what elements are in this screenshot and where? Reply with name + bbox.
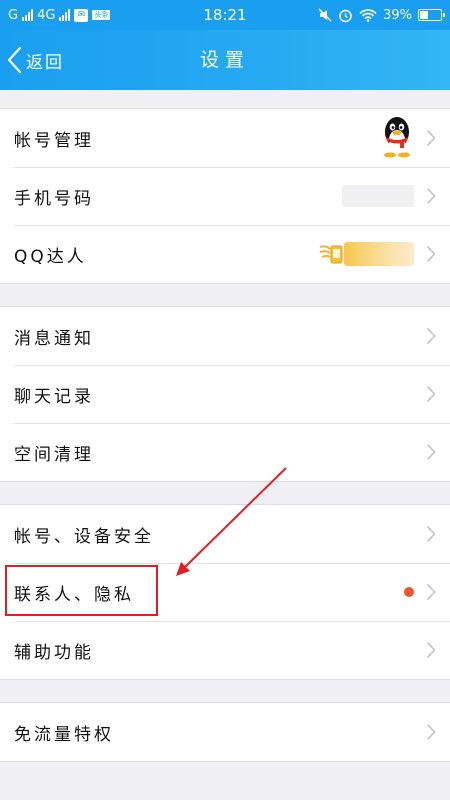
settings-item-phone-number[interactable]: 手机号码 (0, 167, 450, 225)
status-time: 18:21 (203, 6, 247, 24)
settings-group-data: 免流量特权 (0, 702, 450, 762)
signal-icon-2 (59, 9, 71, 21)
battery-icon (418, 9, 445, 21)
settings-item-label: QQ达人 (14, 246, 87, 267)
mute-icon (318, 8, 332, 22)
qq-daren-badge (318, 241, 414, 267)
settings-item-accessibility[interactable]: 辅助功能 (0, 621, 450, 679)
signal-icon (22, 9, 34, 21)
settings-item-label: 免流量特权 (14, 724, 114, 745)
settings-item-free-data-privilege[interactable]: 免流量特权 (0, 703, 450, 761)
settings-group-account: 帐号管理 手机号码 QQ达人 (0, 108, 450, 284)
news-notification-icon: 头条 (92, 10, 111, 20)
chevron-right-icon (426, 187, 436, 205)
settings-item-qq-daren[interactable]: QQ达人 (0, 225, 450, 283)
redacted-daren-value (344, 242, 414, 266)
penguin-avatar-icon (380, 114, 414, 162)
chevron-right-icon (426, 583, 436, 601)
battery-percent: 39% (383, 7, 412, 23)
network-label: 4G (37, 7, 56, 23)
settings-item-label: 帐号、设备安全 (14, 526, 154, 547)
chevron-right-icon (426, 641, 436, 659)
redacted-phone-value (342, 185, 414, 207)
settings-item-chat-history[interactable]: 聊天记录 (0, 365, 450, 423)
settings-item-label: 手机号码 (14, 188, 94, 209)
settings-item-label: 辅助功能 (14, 642, 94, 663)
page-title: 设置 (199, 49, 250, 71)
carrier-label: G (8, 7, 19, 23)
chevron-right-icon (426, 723, 436, 741)
settings-group-messages: 消息通知 聊天记录 空间清理 (0, 306, 450, 482)
app-notification-icon: ✉ (74, 8, 89, 22)
chevron-right-icon (426, 443, 436, 461)
nav-bar: 返回 设置 (0, 30, 450, 90)
chevron-right-icon (426, 129, 436, 147)
settings-item-label: 联系人、隐私 (14, 584, 134, 605)
settings-group-security: 帐号、设备安全 联系人、隐私 辅助功能 (0, 504, 450, 680)
settings-item-label: 空间清理 (14, 444, 94, 465)
settings-item-storage-cleanup[interactable]: 空间清理 (0, 423, 450, 481)
chevron-right-icon (426, 245, 436, 263)
chevron-right-icon (426, 525, 436, 543)
settings-item-contacts-privacy[interactable]: 联系人、隐私 (0, 563, 450, 621)
settings-item-label: 消息通知 (14, 328, 94, 349)
settings-item-account-management[interactable]: 帐号管理 (0, 109, 450, 167)
settings-item-account-device-security[interactable]: 帐号、设备安全 (0, 505, 450, 563)
notification-dot (404, 587, 414, 597)
status-right: 39% (282, 7, 445, 23)
chevron-right-icon (426, 385, 436, 403)
settings-item-message-notifications[interactable]: 消息通知 (0, 307, 450, 365)
settings-item-label: 帐号管理 (14, 130, 94, 151)
chevron-right-icon (426, 327, 436, 345)
status-left: G 4G ✉ 头条 (8, 8, 168, 23)
wifi-icon (359, 8, 377, 22)
alarm-icon (339, 9, 352, 22)
status-bar: G 4G ✉ 头条 18:21 39% (0, 0, 450, 30)
settings-item-label: 聊天记录 (14, 386, 94, 407)
